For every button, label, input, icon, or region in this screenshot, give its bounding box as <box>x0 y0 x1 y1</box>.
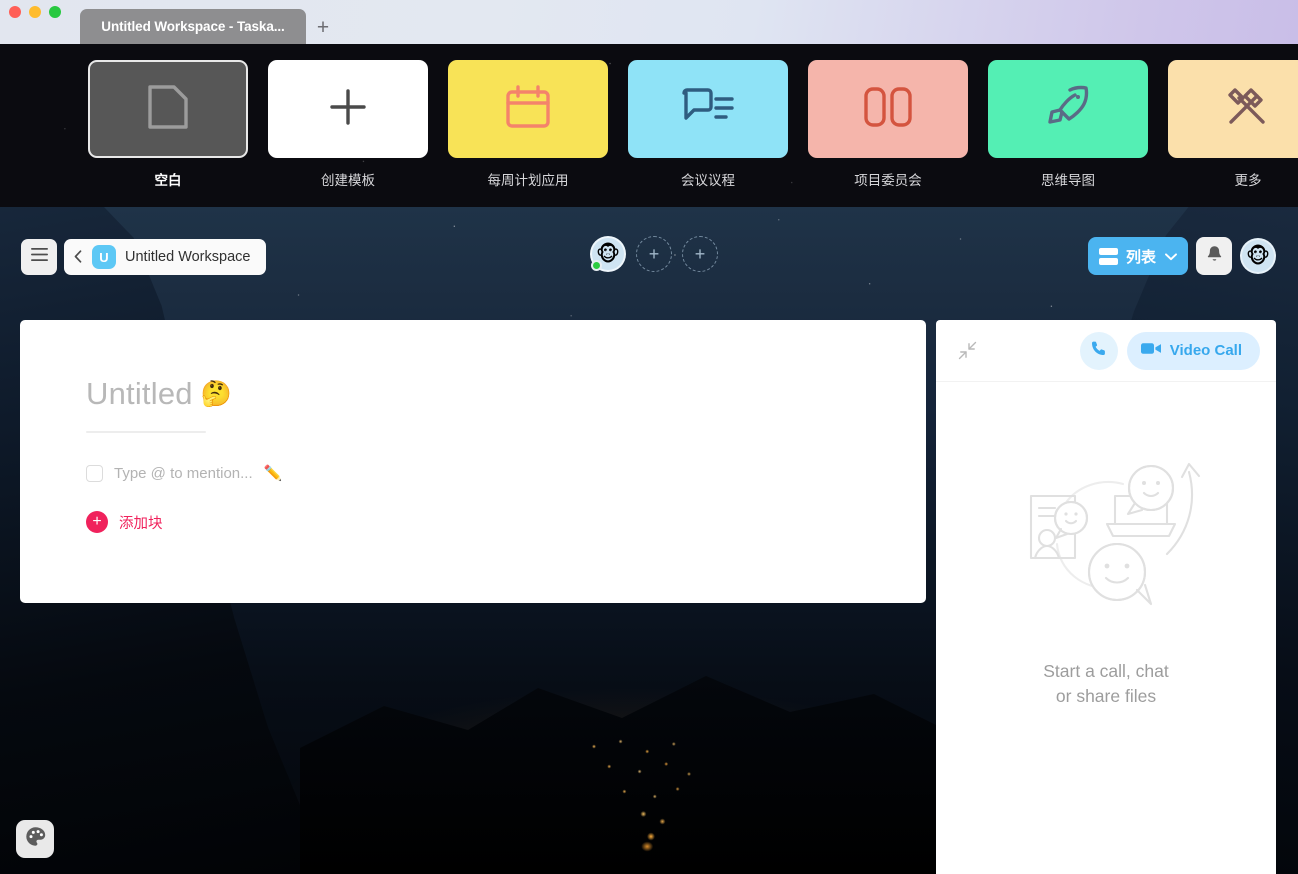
list-view-icon <box>1098 247 1118 265</box>
video-call-button[interactable]: Video Call <box>1126 331 1260 370</box>
plus-icon <box>328 87 368 132</box>
breadcrumb[interactable]: U Untitled Workspace <box>64 239 267 275</box>
template-card-0[interactable] <box>88 60 248 158</box>
chat-panel: Video Call Start a call, chat or share f… <box>936 320 1276 874</box>
close-window-icon[interactable] <box>9 6 21 18</box>
document-title-emoji: 🤔 <box>200 379 233 408</box>
chat-empty-line1: Start a call, chat <box>1043 661 1169 681</box>
minimize-window-icon[interactable] <box>29 6 41 18</box>
template-item-1[interactable]: 创建模板 <box>268 60 428 189</box>
add-block-button[interactable]: + 添加块 <box>86 511 926 533</box>
notifications-button[interactable] <box>1196 237 1232 275</box>
template-item-3[interactable]: 会议议程 <box>628 60 788 189</box>
template-label-5: 思维导图 <box>1041 173 1095 188</box>
chevron-left-icon[interactable] <box>74 249 82 266</box>
template-item-4[interactable]: 项目委员会 <box>808 60 968 189</box>
template-item-5[interactable]: 思维导图 <box>988 60 1148 189</box>
window-titlebar: Untitled Workspace - Taska... + <box>0 0 1298 44</box>
presence-avatar[interactable]: 🐵 <box>590 236 626 272</box>
wallpaper-town-lights <box>556 729 746 854</box>
user-avatar-emoji: 🐵 <box>1245 244 1271 268</box>
invite-member-button-1[interactable]: + <box>636 236 672 272</box>
palette-icon <box>25 826 46 852</box>
chat-list-icon <box>680 86 736 133</box>
template-label-3: 会议议程 <box>681 173 735 188</box>
maximize-window-icon[interactable] <box>49 6 61 18</box>
video-camera-icon <box>1140 341 1162 361</box>
app-toolbar: U Untitled Workspace 🐵 + + 列表 🐵 <box>0 236 1298 292</box>
tab-title: Untitled Workspace - Taska... <box>101 19 285 34</box>
document-title-row[interactable]: Untitled 🤔 <box>86 376 926 412</box>
new-tab-button[interactable]: + <box>312 16 334 38</box>
chat-header: Video Call <box>936 320 1276 382</box>
calendar-icon <box>504 84 552 135</box>
view-mode-label: 列表 <box>1125 248 1156 266</box>
template-label-6: 更多 <box>1234 173 1262 188</box>
todo-row: Type @ to mention... ✏️ <box>86 464 926 482</box>
workspace-avatar: U <box>92 245 116 269</box>
online-status-dot <box>591 260 602 271</box>
toolbar-right-actions: 列表 🐵 <box>1087 237 1276 275</box>
template-card-3[interactable] <box>628 60 788 158</box>
browser-tab[interactable]: Untitled Workspace - Taska... <box>80 9 306 44</box>
chat-empty-state: Start a call, chat or share files <box>936 382 1276 874</box>
template-card-6[interactable] <box>1168 60 1298 158</box>
template-label-2: 每周计划应用 <box>487 173 569 188</box>
audio-call-button[interactable] <box>1079 331 1118 370</box>
title-divider <box>86 431 206 433</box>
template-card-2[interactable] <box>448 60 608 158</box>
phone-icon <box>1090 340 1107 362</box>
pencil-icon: ✏️ <box>263 465 283 482</box>
traffic-lights <box>9 6 61 18</box>
presence-cluster: 🐵 + + <box>590 236 718 272</box>
add-block-label: 添加块 <box>119 515 163 532</box>
user-avatar[interactable]: 🐵 <box>1240 238 1276 274</box>
video-call-label: Video Call <box>1169 342 1242 359</box>
document-page-icon <box>146 82 190 137</box>
template-item-6[interactable]: 更多 <box>1168 60 1298 189</box>
document-title: Untitled <box>86 376 193 411</box>
template-label-4: 项目委员会 <box>854 173 922 188</box>
template-gallery: 空白 创建模板 每周计划应用 会议议程 项目委员会 思维导图 更多 <box>0 44 1298 207</box>
template-list: 空白 创建模板 每周计划应用 会议议程 项目委员会 思维导图 更多 <box>0 44 1298 189</box>
template-card-1[interactable] <box>268 60 428 158</box>
template-item-0[interactable]: 空白 <box>88 60 248 189</box>
wallpaper-mountain-mid <box>300 676 1000 874</box>
chat-call-share-illustration <box>999 392 1214 647</box>
workspace-name: Untitled Workspace <box>125 249 251 265</box>
tools-icon <box>1223 84 1273 135</box>
view-mode-button[interactable]: 列表 <box>1087 237 1188 275</box>
template-label-1: 创建模板 <box>321 173 375 188</box>
rocket-icon <box>1044 84 1092 135</box>
columns-board-icon <box>862 85 914 134</box>
menu-button[interactable] <box>21 239 57 275</box>
plus-icon: + <box>86 511 108 533</box>
workspace-wallpaper: U Untitled Workspace 🐵 + + 列表 🐵 Untitled… <box>0 207 1298 874</box>
document-card: Untitled 🤔 Type @ to mention... ✏️ + 添加块 <box>20 320 926 603</box>
todo-checkbox[interactable] <box>86 464 103 482</box>
chat-empty-text: Start a call, chat or share files <box>1043 659 1168 709</box>
template-label-0: 空白 <box>154 173 182 188</box>
chat-empty-line2: or share files <box>1055 685 1157 706</box>
todo-placeholder[interactable]: Type @ to mention... <box>114 465 253 482</box>
collapse-arrows-icon[interactable] <box>958 341 977 360</box>
invite-member-button-2[interactable]: + <box>682 236 718 272</box>
template-card-5[interactable] <box>988 60 1148 158</box>
theme-picker-button[interactable] <box>16 820 54 858</box>
chevron-down-icon <box>1165 249 1177 264</box>
template-item-2[interactable]: 每周计划应用 <box>448 60 608 189</box>
chat-actions: Video Call <box>1079 331 1260 370</box>
hamburger-icon <box>30 248 48 266</box>
bell-icon <box>1206 245 1223 268</box>
template-card-4[interactable] <box>808 60 968 158</box>
